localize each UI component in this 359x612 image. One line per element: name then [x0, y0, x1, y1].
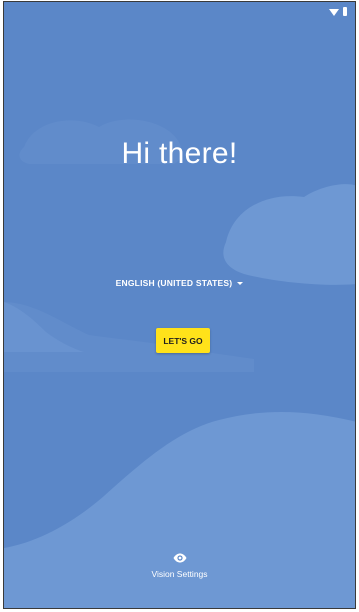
- language-selector[interactable]: ENGLISH (UNITED STATES): [4, 278, 355, 288]
- lets-go-button[interactable]: LET'S GO: [156, 328, 210, 353]
- dropdown-arrow-icon: [237, 281, 244, 285]
- setup-wizard-screen: Hi there! ENGLISH (UNITED STATES) LET'S …: [3, 1, 356, 609]
- wifi-icon: [329, 9, 339, 16]
- language-label: ENGLISH (UNITED STATES): [115, 278, 233, 288]
- welcome-title: Hi there!: [121, 137, 238, 170]
- vision-settings-button[interactable]: Vision Settings: [4, 553, 355, 579]
- battery-icon: [343, 7, 347, 16]
- vision-settings-label: Vision Settings: [151, 569, 208, 579]
- status-bar: [4, 2, 355, 20]
- eye-icon: [173, 553, 186, 563]
- cloud-background: [4, 119, 355, 608]
